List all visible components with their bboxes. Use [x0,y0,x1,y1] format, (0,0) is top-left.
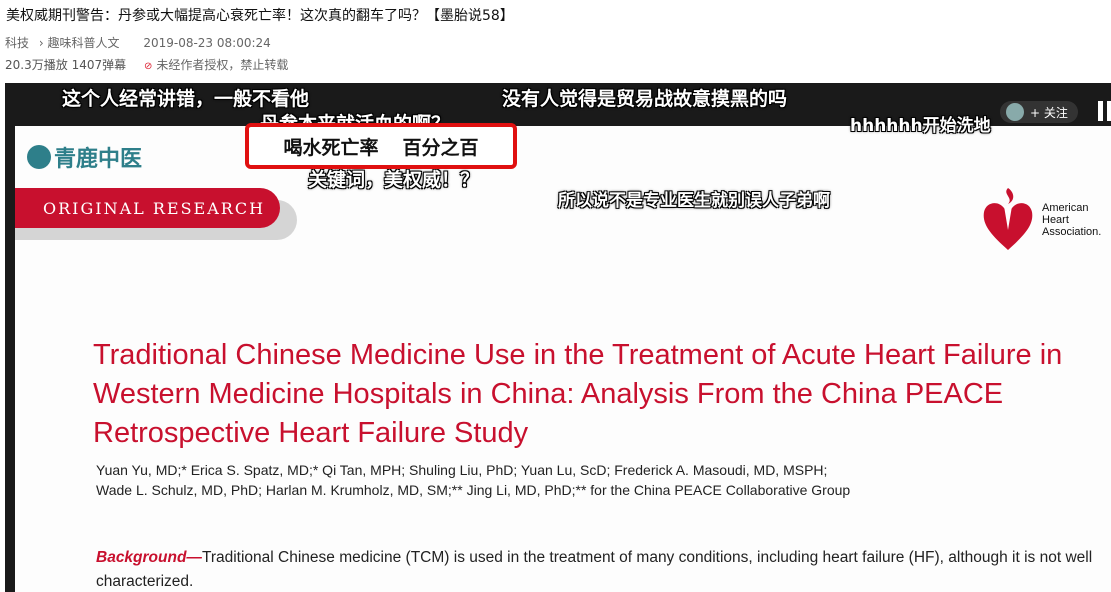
highlight-left-text: 喝水死亡率 [283,136,379,159]
video-stats-row: 20.3万播放 1407弹幕 ⊘ 未经作者授权，禁止转载 [5,56,288,73]
danmaku-comment: 关键词，美权威！？ [308,169,480,191]
chevron-right-icon: › [38,36,44,50]
danmaku-comment: 所以说不是专业医生就别误人子弟啊 [558,191,830,211]
highlight-right-text: 百分之百 [402,136,479,159]
watermark-logo: 青鹿中医 [27,141,142,173]
avatar [1006,103,1024,121]
watermark-text: 青鹿中医 [54,147,143,172]
heart-torch-icon [983,188,1033,250]
authors-line: Yuan Yu, MD;* Erica S. Spatz, MD;* Qi Ta… [96,462,828,478]
aha-line: American [1042,202,1089,214]
subcategory-link[interactable]: 趣味科普人文 [47,36,119,50]
abstract-text: Traditional Chinese medicine (TCM) is us… [96,549,1093,590]
aha-logo: American Heart Association. [980,186,1101,254]
aha-line: Heart [1042,214,1069,226]
category-link[interactable]: 科技 [5,36,29,50]
aha-line: Association. [1042,226,1102,238]
danmaku-comment: 这个人经常讲错，一般不看他 [62,88,310,110]
highlight-caption-box: 喝水死亡率 百分之百 [245,123,517,169]
play-count: 20.3万播放 [5,58,68,72]
video-title: 美权威期刊警告：丹参或大幅提高心衰死亡率！这次真的翻车了吗？【墨胎说58】 [6,8,514,24]
video-meta-row: 科技 › 趣味科普人文 2019-08-23 08:00:24 [5,34,271,51]
danmaku-count: 1407弹幕 [71,58,127,72]
deer-icon [27,145,51,169]
copyright-notice-text: 未经作者授权，禁止转载 [156,58,289,72]
follow-button[interactable]: + 关注 [1000,101,1078,123]
pause-icon[interactable] [1098,101,1111,123]
follow-label: + 关注 [1030,105,1068,120]
danmaku-comment: 没有人觉得是贸易战故意摸黑的吗 [502,88,788,110]
aha-wordmark: American Heart Association. [1042,202,1101,238]
abstract-lead: Background— [96,549,202,566]
paper-authors: Yuan Yu, MD;* Erica S. Spatz, MD;* Qi Ta… [96,460,1096,500]
paper-title: Traditional Chinese Medicine Use in the … [93,339,1063,449]
copyright-notice: ⊘ 未经作者授权，禁止转载 [144,58,288,72]
prohibited-icon: ⊘ [143,61,153,72]
danmaku-comment: hhhhhh开始洗地 [850,116,991,136]
original-research-banner: ORIGINAL RESEARCH [15,188,280,228]
paper-abstract: Background—Traditional Chinese medicine … [96,546,1106,592]
video-player[interactable]: 青鹿中医 ORIGINAL RESEARCH American Heart As… [5,83,1111,592]
authors-line: Wade L. Schulz, MD, PhD; Harlan M. Krumh… [96,482,851,498]
publish-date: 2019-08-23 08:00:24 [143,36,271,50]
